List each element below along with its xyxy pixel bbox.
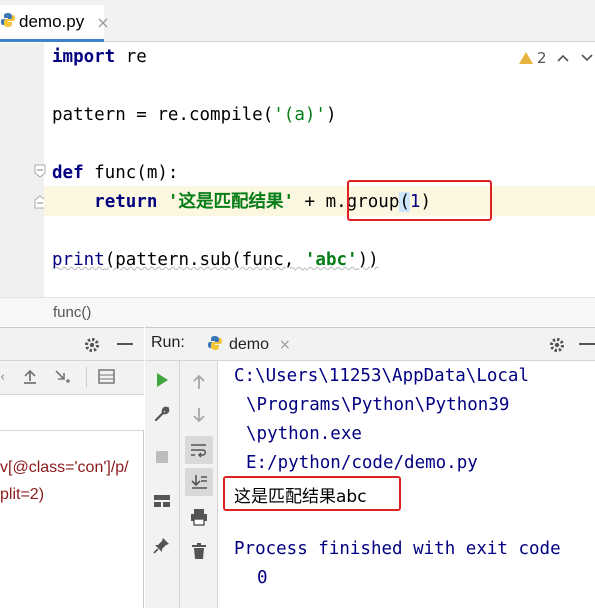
output-line-2: \Programs\Python\Python39 — [246, 395, 510, 415]
python-run-icon — [207, 335, 223, 355]
arrow-down-icon[interactable] — [185, 401, 213, 429]
output-line-3: \python.exe — [246, 424, 362, 444]
close-icon[interactable]: × — [279, 337, 291, 353]
minimize-icon[interactable] — [117, 343, 133, 345]
chevron-left-icon[interactable]: ‹ — [0, 370, 5, 385]
run-tool-window: Run: demo × C:\Users\11253\AppData\Local… — [145, 327, 595, 608]
left-panel-text-line-1: v[@class='con']/p/ — [0, 459, 129, 476]
layout-icon[interactable] — [148, 487, 176, 515]
code-line-1: import re — [52, 47, 147, 67]
output-line-6: Process finished with exit code — [234, 539, 561, 559]
editor-gutter — [0, 43, 46, 297]
stop-icon[interactable] — [148, 443, 176, 471]
code-line-5: def func(m): — [52, 163, 179, 183]
toolbar-divider — [86, 367, 87, 387]
editor-tab-bar: demo.py × — [0, 0, 595, 42]
gear-icon[interactable] — [83, 336, 101, 358]
highlight-box-output — [223, 476, 401, 511]
gear-icon[interactable] — [548, 336, 566, 358]
warning-count: 2 — [537, 49, 547, 67]
pin-icon[interactable] — [148, 531, 176, 559]
output-line-4: E:/python/code/demo.py — [246, 453, 478, 473]
breadcrumb-item[interactable]: func() — [53, 304, 91, 321]
arrow-up-icon[interactable] — [185, 368, 213, 396]
editor-tab-label: demo.py — [19, 12, 85, 31]
chevron-up-icon[interactable] — [557, 51, 569, 67]
inspection-widget[interactable]: 2 — [519, 49, 547, 67]
print-icon[interactable] — [185, 503, 213, 531]
trash-icon[interactable] — [185, 537, 213, 565]
code-line-8: print(pattern.sub(func, 'abc')) — [52, 250, 379, 270]
run-label: Run: — [151, 334, 185, 351]
scroll-to-end-icon[interactable] — [185, 468, 213, 496]
run-panel-header: Run: demo × — [145, 328, 595, 361]
output-line-7: 0 — [257, 568, 268, 588]
code-editor[interactable]: 2 import re pattern = re.compile('(a)') … — [0, 43, 595, 297]
wrench-icon[interactable] — [148, 400, 176, 428]
chevron-down-icon[interactable] — [581, 51, 593, 67]
left-panel-subheader — [0, 395, 144, 431]
left-panel-header — [0, 328, 144, 361]
left-panel-toolbar: ‹ — [0, 361, 144, 395]
breadcrumb: func() — [0, 297, 595, 327]
run-toolbar-primary — [145, 361, 180, 608]
run-tab-label: demo — [229, 335, 270, 353]
run-tab-demo[interactable]: demo × — [207, 328, 307, 361]
highlight-box-group-call — [347, 180, 492, 221]
run-toolbar-secondary — [180, 361, 218, 608]
upload-icon[interactable] — [22, 369, 38, 389]
fold-icon[interactable] — [34, 164, 46, 178]
output-line-1: C:\Users\11253\AppData\Local — [234, 366, 530, 386]
left-panel-text-line-2: plit=2) — [0, 486, 45, 503]
warning-icon — [519, 52, 533, 64]
export-icon[interactable] — [54, 369, 72, 389]
close-icon[interactable]: × — [96, 13, 109, 32]
left-tool-window: ‹ v[@class='con']/p/ plit=2) — [0, 327, 144, 608]
table-icon[interactable] — [98, 369, 116, 389]
code-line-3: pattern = re.compile('(a)') — [52, 105, 337, 125]
run-icon[interactable] — [148, 366, 176, 394]
soft-wrap-icon[interactable] — [185, 436, 213, 464]
minimize-icon[interactable] — [579, 343, 595, 345]
editor-tab-demo[interactable]: demo.py × — [0, 5, 110, 42]
python-file-icon — [0, 12, 16, 32]
